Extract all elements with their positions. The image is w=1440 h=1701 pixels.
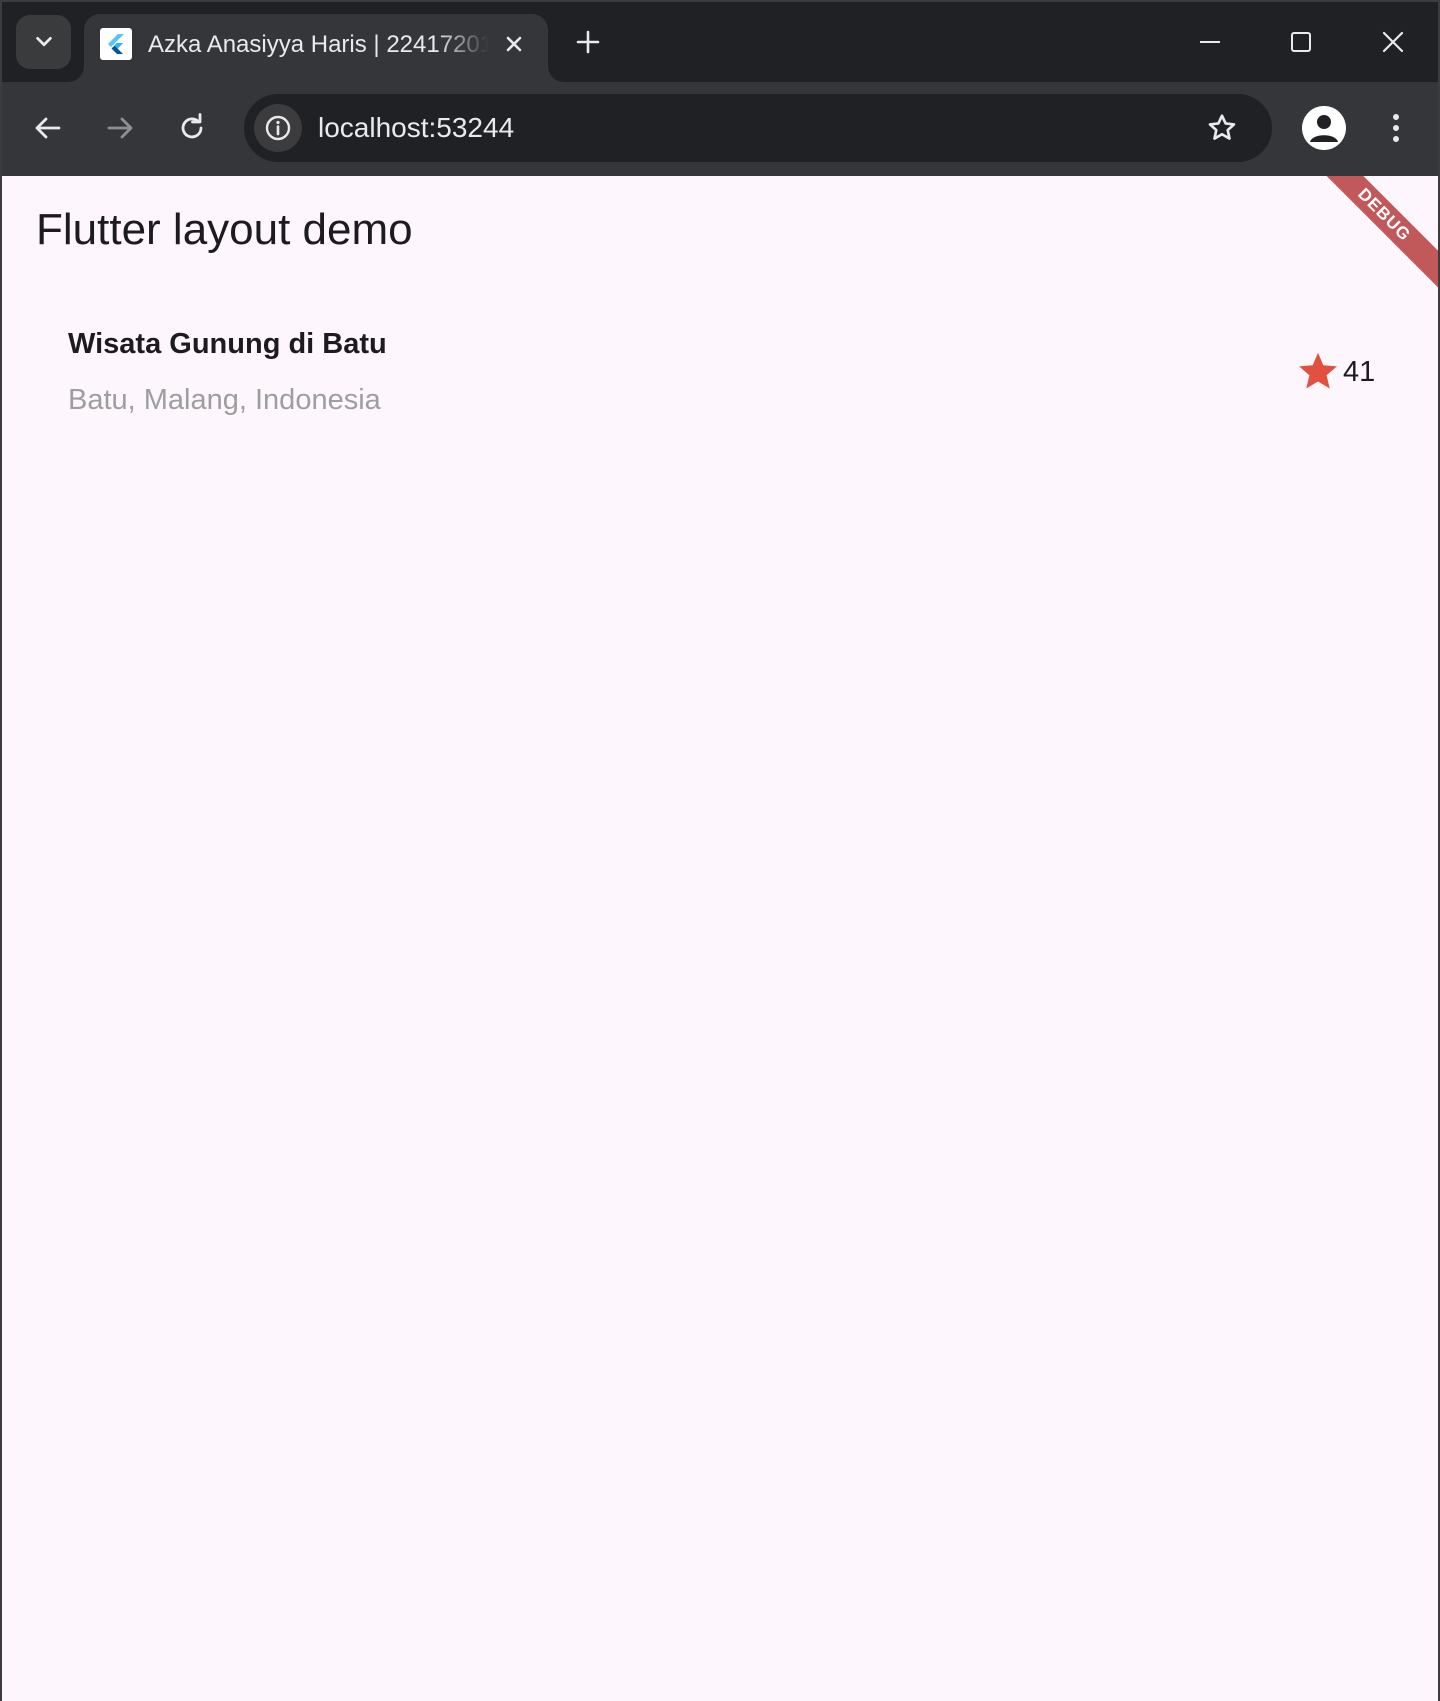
arrow-right-icon bbox=[107, 117, 133, 139]
account-icon bbox=[1302, 106, 1346, 150]
new-tab-button[interactable] bbox=[568, 22, 608, 62]
place-name: Wisata Gunung di Batu bbox=[68, 328, 387, 360]
browser-toolbar: localhost:53244 bbox=[2, 82, 1438, 176]
close-icon bbox=[1382, 31, 1404, 53]
maximize-button[interactable] bbox=[1279, 20, 1323, 64]
reload-icon bbox=[181, 113, 203, 139]
bookmark-button[interactable] bbox=[1202, 108, 1242, 148]
address-bar[interactable]: localhost:53244 bbox=[244, 94, 1272, 162]
browser-window: Azka Anasiyya Haris | 224172011 localhos… bbox=[0, 0, 1440, 1701]
star-outline-icon bbox=[1208, 114, 1236, 140]
minimize-icon bbox=[1200, 41, 1220, 43]
url-text[interactable]: localhost:53244 bbox=[318, 112, 514, 144]
minimize-button[interactable] bbox=[1188, 20, 1232, 64]
plus-icon bbox=[576, 30, 600, 54]
tab-close-button[interactable] bbox=[498, 28, 530, 60]
browser-menu-button[interactable] bbox=[1378, 104, 1414, 152]
profile-button[interactable] bbox=[1302, 106, 1346, 150]
forward-button[interactable] bbox=[96, 104, 144, 152]
site-info-button[interactable] bbox=[254, 104, 302, 152]
tab-strip: Azka Anasiyya Haris | 224172011 bbox=[2, 2, 1438, 82]
tab-search-button[interactable] bbox=[16, 15, 71, 69]
chevron-down-icon bbox=[35, 36, 52, 47]
star-icon bbox=[1299, 352, 1337, 389]
place-location: Batu, Malang, Indonesia bbox=[68, 384, 381, 416]
arrow-left-icon bbox=[35, 117, 61, 139]
info-icon bbox=[265, 115, 291, 141]
app-bar: Flutter layout demo bbox=[2, 176, 1438, 286]
more-vert-icon bbox=[1393, 114, 1399, 142]
maximize-icon bbox=[1291, 32, 1311, 52]
flutter-logo-icon bbox=[100, 28, 132, 60]
title-section: Wisata Gunung di Batu Batu, Malang, Indo… bbox=[2, 326, 1438, 446]
back-button[interactable] bbox=[24, 104, 72, 152]
reload-button[interactable] bbox=[168, 104, 216, 152]
page-viewport: Flutter layout demo DEBUG Wisata Gunung … bbox=[2, 176, 1438, 1701]
close-icon bbox=[506, 36, 522, 52]
active-tab[interactable]: Azka Anasiyya Haris | 224172011 bbox=[84, 14, 548, 82]
tab-title: Azka Anasiyya Haris | 224172011 bbox=[148, 31, 488, 58]
page-title: Flutter layout demo bbox=[36, 205, 413, 254]
close-window-button[interactable] bbox=[1371, 20, 1415, 64]
rating-count: 41 bbox=[1343, 356, 1376, 388]
